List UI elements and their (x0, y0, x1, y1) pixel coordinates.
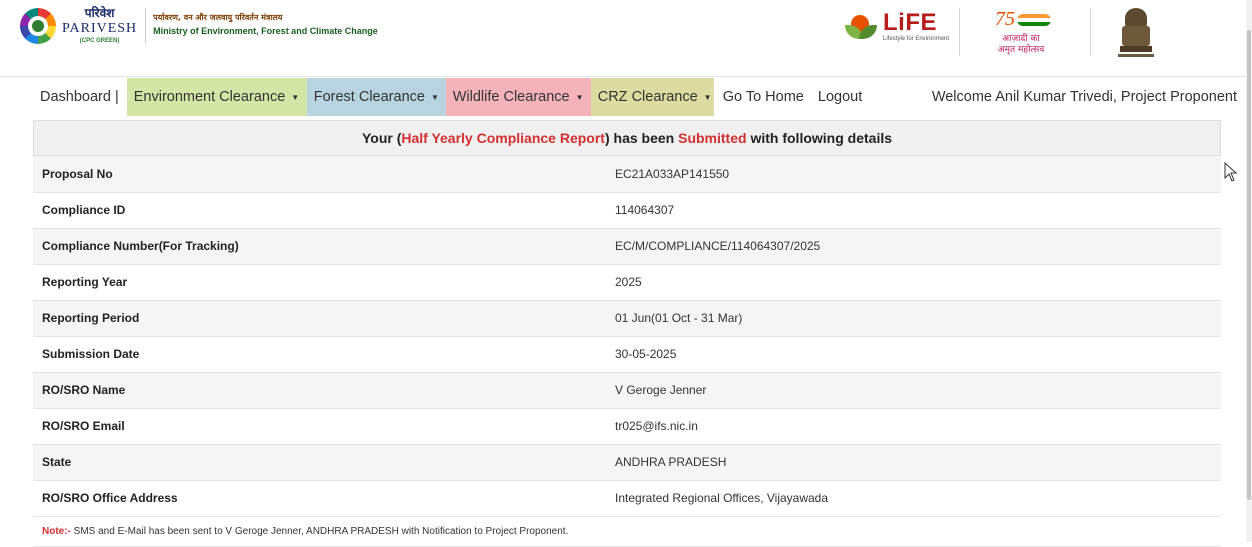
field-value: 30-05-2025 (606, 336, 1221, 373)
field-value: 01 Jun(01 Oct - 31 Mar) (606, 300, 1221, 337)
azadi-ka-amrit-mahotsav-logo: 75 आज़ादी का अमृत महोत्सव (985, 8, 1065, 58)
field-label: Compliance Number(For Tracking) (33, 228, 606, 265)
field-value: 2025 (606, 264, 1221, 301)
caret-down-icon: ▼ (291, 92, 300, 102)
field-label: Compliance ID (33, 192, 606, 229)
mouse-cursor-icon (1224, 162, 1238, 182)
table-row: Proposal No EC21A033AP141550 (33, 156, 1221, 193)
field-value: EC21A033AP141550 (606, 156, 1221, 193)
nav-dashboard[interactable]: Dashboard | (33, 78, 127, 116)
field-value: V Geroge Jenner (606, 372, 1221, 409)
field-label: RO/SRO Email (33, 408, 606, 445)
table-row: Compliance ID 114064307 (33, 192, 1221, 229)
brand-hindi: परिवेश (84, 6, 115, 20)
caret-down-icon: ▼ (575, 92, 584, 102)
note-text: SMS and E-Mail has been sent to V Geroge… (70, 525, 569, 537)
table-row: Submission Date 30-05-2025 (33, 336, 1221, 373)
life-logo: LiFE Lifestyle for Environment (843, 9, 949, 43)
details-table: Proposal No EC21A033AP141550 Compliance … (33, 156, 1221, 517)
banner-suffix: with following details (746, 130, 893, 146)
banner-middle: ) has been (604, 130, 679, 146)
nav-forest-clearance-label: Forest Clearance (313, 89, 425, 105)
brand-text: परिवेश PARIVESH (CPC GREEN) (62, 7, 137, 44)
azadi-number: 75 (995, 8, 1015, 30)
nav-crz-clearance-label: CRZ Clearance (597, 89, 698, 105)
brand-sub: (CPC GREEN) (79, 38, 120, 44)
caret-down-icon: ▼ (430, 92, 439, 102)
nav-crz-clearance[interactable]: CRZ Clearance ▼ (590, 78, 714, 116)
life-word: LiFE (883, 8, 937, 36)
brand-divider (145, 8, 147, 43)
caret-down-icon: ▼ (703, 92, 712, 102)
nav-wildlife-clearance[interactable]: Wildlife Clearance ▼ (445, 78, 591, 116)
ministry-hindi: पर्यावरण, वन और जलवायु परिवर्तन मंत्रालय (153, 12, 283, 22)
field-value: EC/M/COMPLIANCE/114064307/2025 (606, 228, 1221, 265)
header-divider (959, 8, 960, 56)
welcome-message: Welcome Anil Kumar Trivedi, Project Prop… (931, 89, 1237, 105)
table-row: RO/SRO Email tr025@ifs.nic.in (33, 408, 1221, 445)
tricolor-flag-icon (1017, 14, 1051, 26)
nav-environment-clearance[interactable]: Environment Clearance ▼ (126, 78, 307, 116)
field-value: ANDHRA PRADESH (606, 444, 1221, 481)
field-value: Integrated Regional Offices, Vijayawada (606, 480, 1221, 517)
nav-go-to-home[interactable]: Go To Home (714, 78, 811, 116)
table-row: RO/SRO Name V Geroge Jenner (33, 372, 1221, 409)
table-row: Reporting Year 2025 (33, 264, 1221, 301)
field-value: tr025@ifs.nic.in (606, 408, 1221, 445)
field-label: RO/SRO Office Address (33, 480, 606, 517)
ministry-name: पर्यावरण, वन और जलवायु परिवर्तन मंत्रालय… (153, 13, 378, 38)
nav-wildlife-clearance-label: Wildlife Clearance (452, 89, 570, 105)
banner-report-type: Half Yearly Compliance Report (401, 130, 605, 146)
life-sun-leaf-icon (843, 9, 877, 43)
nav-logout[interactable]: Logout (811, 78, 869, 116)
main-nav: Dashboard | Environment Clearance ▼ Fore… (33, 78, 1252, 116)
site-header: परिवेश PARIVESH (CPC GREEN) पर्यावरण, वन… (0, 0, 1252, 77)
banner-status: Submitted (678, 130, 747, 146)
field-label: Proposal No (33, 156, 606, 193)
field-label: RO/SRO Name (33, 372, 606, 409)
nav-forest-clearance[interactable]: Forest Clearance ▼ (306, 78, 446, 116)
field-label: Submission Date (33, 336, 606, 373)
table-row: Compliance Number(For Tracking) EC/M/COM… (33, 228, 1221, 265)
life-sub: Lifestyle for Environment (883, 35, 950, 42)
field-label: Reporting Period (33, 300, 606, 337)
nav-environment-clearance-label: Environment Clearance (133, 89, 286, 105)
submission-details-panel: Your ( Half Yearly Compliance Report ) h… (33, 120, 1221, 547)
scrollbar-thumb[interactable] (1247, 30, 1251, 500)
notification-note: Note:- SMS and E-Mail has been sent to V… (33, 516, 1221, 547)
table-row: Reporting Period 01 Jun(01 Oct - 31 Mar) (33, 300, 1221, 337)
brand-english: PARIVESH (62, 21, 138, 36)
azadi-line1: आज़ादी का (1002, 34, 1040, 44)
ministry-english: Ministry of Environment, Forest and Clim… (153, 26, 378, 37)
field-label: Reporting Year (33, 264, 606, 301)
table-row: State ANDHRA PRADESH (33, 444, 1221, 481)
note-label: Note:- (42, 525, 71, 537)
table-row: RO/SRO Office Address Integrated Regiona… (33, 480, 1221, 517)
azadi-line2: अमृत महोत्सव (997, 45, 1045, 56)
field-value: 114064307 (606, 192, 1221, 229)
header-divider (1090, 8, 1091, 56)
national-emblem-icon (1118, 8, 1154, 60)
banner-prefix: Your ( (361, 130, 402, 146)
parivesh-emblem-icon (20, 7, 56, 44)
submission-banner: Your ( Half Yearly Compliance Report ) h… (33, 120, 1221, 156)
parivesh-logo[interactable]: परिवेश PARIVESH (CPC GREEN) पर्यावरण, वन… (20, 7, 378, 44)
field-label: State (33, 444, 606, 481)
